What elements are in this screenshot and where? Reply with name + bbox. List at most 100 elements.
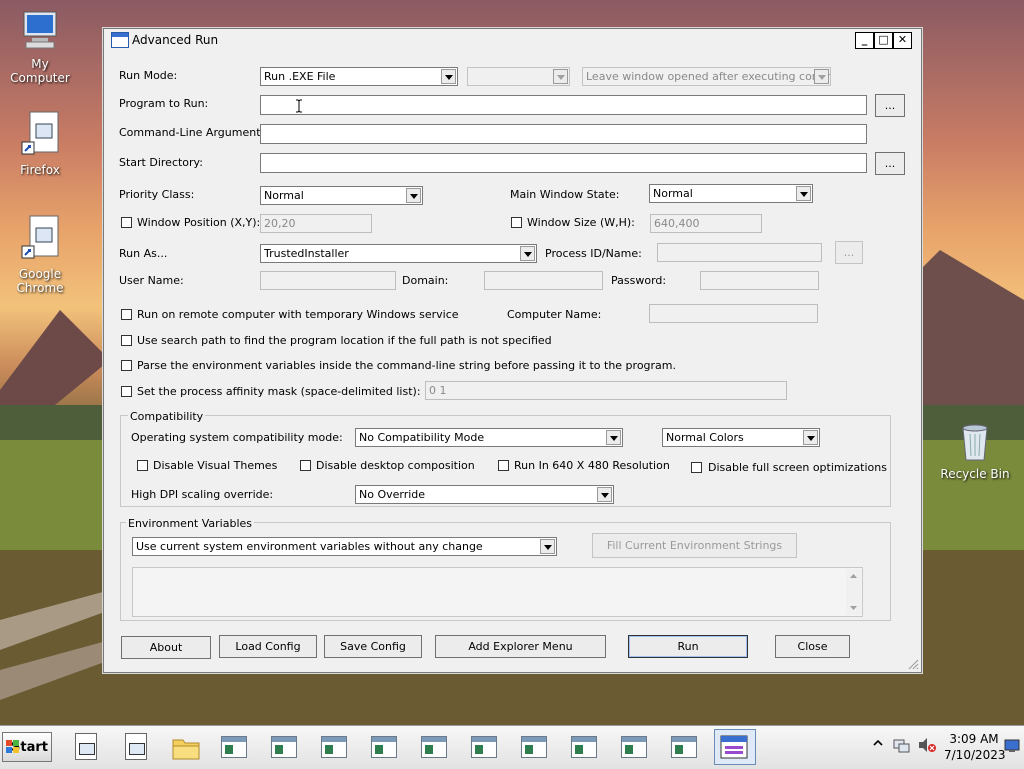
window-position-input: 20,20 [260,214,372,233]
domain-label: Domain: [402,274,449,287]
clock-time: 3:09 AM [949,732,999,746]
desktop-icon-label: My Computer [10,57,70,85]
computer-name-label: Computer Name: [507,308,602,321]
os-compat-value: No Compatibility Mode [359,431,485,444]
dpi-select[interactable]: No Override [355,485,614,504]
desktop-icon-recycle-bin[interactable]: Recycle Bin [935,420,1015,481]
os-compat-select[interactable]: No Compatibility Mode [355,428,623,447]
desktop-icon-firefox[interactable]: Firefox [0,110,80,177]
start-dir-browse-button[interactable]: ... [875,152,905,175]
disable-composition-label: Disable desktop composition [316,459,475,472]
affinity-checkbox[interactable] [121,386,132,397]
taskbar-item-document[interactable] [121,732,151,762]
volume-muted-icon[interactable] [917,736,937,754]
parse-env-label: Parse the environment variables inside t… [137,359,676,372]
program-browse-button[interactable]: ... [875,94,905,117]
close-button[interactable]: Close [775,635,850,658]
dpi-value: No Override [359,488,426,501]
run-640-label: Run In 640 X 480 Resolution [514,459,670,472]
app-window-icon [421,736,447,758]
args-input[interactable] [260,124,867,144]
about-button[interactable]: About [121,636,211,659]
taskbar-item-window[interactable] [469,732,499,762]
color-mode-select[interactable]: Normal Colors [662,428,820,447]
search-path-label: Use search path to find the program loca… [137,334,552,347]
compatibility-group-title: Compatibility [128,410,206,423]
parse-env-checkbox[interactable] [121,360,132,371]
taskbar-item-window[interactable] [569,732,599,762]
affinity-label: Set the process affinity mask (space-del… [137,385,421,398]
run-mode-value: Run .EXE File [264,70,336,83]
chevron-down-icon [441,69,456,84]
network-icon[interactable] [893,736,911,754]
program-input[interactable] [260,95,867,115]
run-mode-select[interactable]: Run .EXE File [260,67,458,86]
scroll-arrows-icon [850,574,857,610]
show-hidden-icons-button[interactable] [873,738,883,751]
taskbar-item-window[interactable] [669,732,699,762]
dpi-label: High DPI scaling override: [131,488,274,501]
process-id-input [657,243,822,262]
process-id-label: Process ID/Name: [545,247,642,260]
taskbar-item-advanced-run-active[interactable] [714,729,756,765]
chevron-down-icon [553,69,568,84]
args-label: Command-Line Arguments: [119,126,270,139]
window-position-label: Window Position (X,Y): [137,216,261,229]
disable-themes-checkbox[interactable] [137,460,148,471]
run-button[interactable]: Run [628,635,748,658]
search-path-checkbox[interactable] [121,335,132,346]
chevron-down-icon [597,487,612,502]
run-640-checkbox[interactable] [498,460,509,471]
save-config-button[interactable]: Save Config [324,635,422,658]
resize-grip-icon[interactable] [907,658,919,670]
document-icon [75,733,97,760]
priority-select[interactable]: Normal [260,186,423,205]
show-desktop-icon[interactable] [1004,739,1020,753]
desktop-icon-label: Firefox [20,163,60,177]
domain-input [484,271,603,290]
disable-composition-checkbox[interactable] [300,460,311,471]
environment-textarea[interactable] [132,567,863,617]
close-window-button[interactable]: ✕ [893,32,912,49]
start-dir-input[interactable] [260,153,867,173]
system-clock[interactable]: 3:09 AM 7/10/2023 [944,731,1006,763]
os-compat-label: Operating system compatibility mode: [131,431,343,444]
app-window-icon [671,736,697,758]
app-window-icon [271,736,297,758]
shortcut-document-icon [21,215,59,259]
taskbar-item-window[interactable] [519,732,549,762]
chevron-down-icon [796,186,811,201]
chevron-down-icon [520,246,535,261]
desktop-icon-my-computer[interactable]: My Computer [0,10,80,85]
taskbar-item-window[interactable] [619,732,649,762]
disable-themes-label: Disable Visual Themes [153,459,278,472]
taskbar-item-window[interactable] [419,732,449,762]
window-position-checkbox[interactable] [121,217,132,228]
taskbar-item-window[interactable] [269,732,299,762]
window-size-checkbox[interactable] [511,217,522,228]
add-explorer-menu-button[interactable]: Add Explorer Menu [435,635,606,658]
process-browse-button: ... [835,241,863,264]
start-button[interactable]: Start [2,732,52,762]
taskbar-item-document[interactable] [71,732,101,762]
load-config-button[interactable]: Load Config [219,635,317,658]
app-window-icon [221,736,247,758]
taskbar-item-window[interactable] [219,732,249,762]
environment-scrollbar[interactable] [846,569,861,615]
minimize-button[interactable]: _ [855,32,874,49]
taskbar-item-explorer[interactable] [171,732,201,762]
advanced-run-window: Advanced Run _ □ ✕ Run Mode: Run .EXE Fi… [103,28,922,673]
window-behavior-select: Leave window opened after executing comm… [582,67,831,86]
start-dir-label: Start Directory: [119,156,203,169]
taskbar-item-window[interactable] [319,732,349,762]
environment-mode-select[interactable]: Use current system environment variables… [132,537,557,556]
remote-computer-checkbox[interactable] [121,309,132,320]
run-as-select[interactable]: TrustedInstaller [260,244,537,263]
disable-fullscreen-checkbox[interactable] [691,462,702,473]
main-window-state-select[interactable]: Normal [649,184,813,203]
maximize-button[interactable]: □ [874,32,893,49]
desktop-icon-google-chrome[interactable]: Google Chrome [0,214,80,295]
run-mode-secondary-select [467,67,570,86]
title-bar[interactable]: Advanced Run _ □ ✕ [104,29,921,51]
taskbar-item-window[interactable] [369,732,399,762]
